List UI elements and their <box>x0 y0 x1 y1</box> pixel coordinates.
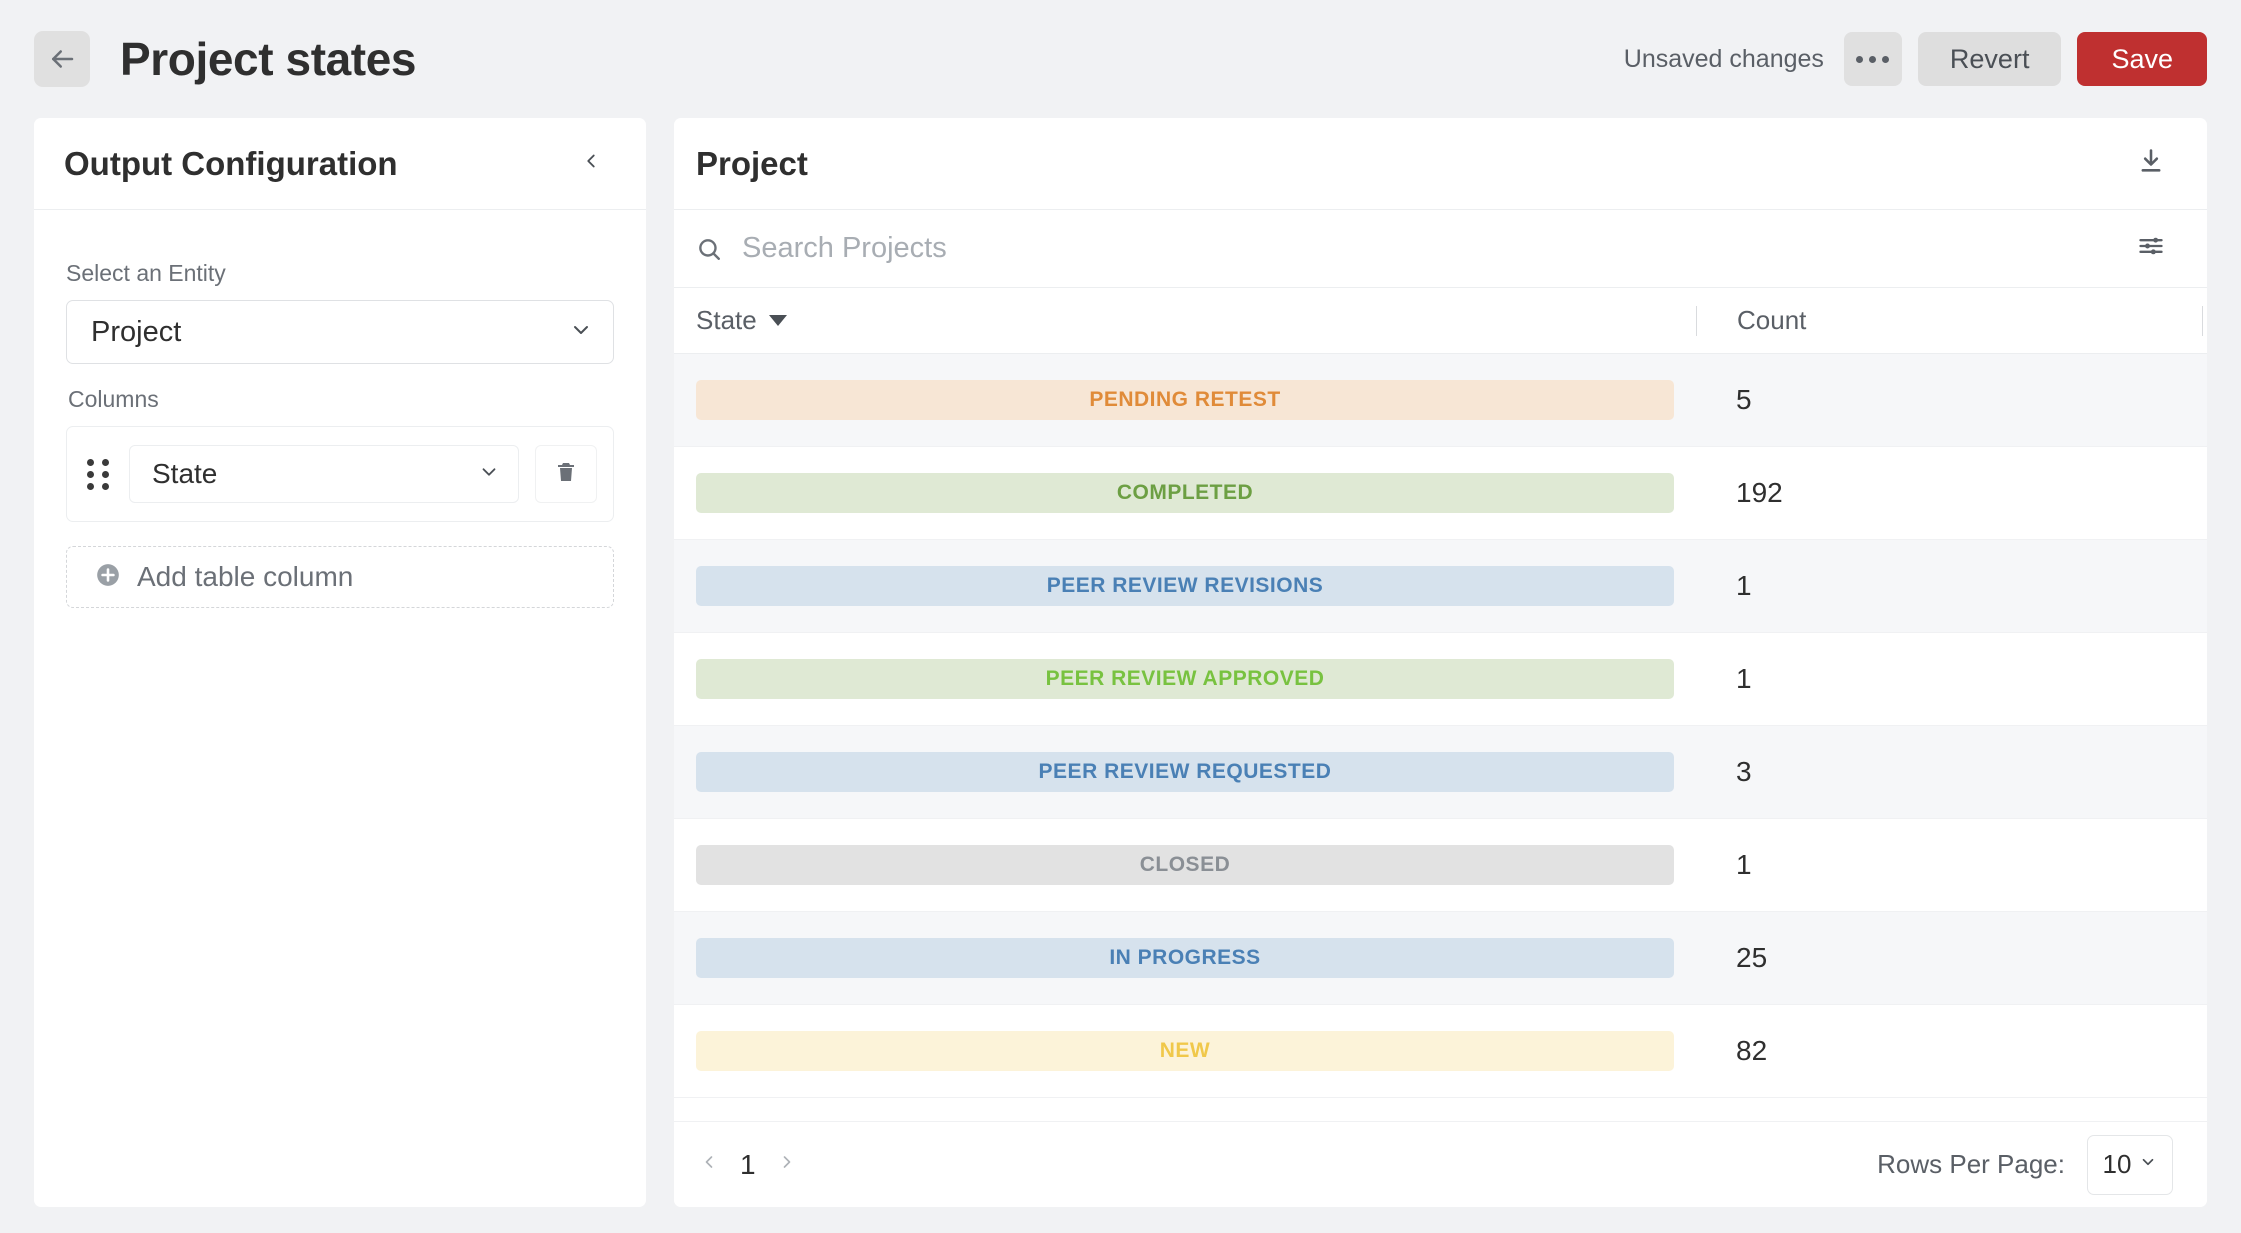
table-header-row: State Count <box>674 288 2207 354</box>
sort-descending-triangle-icon <box>768 315 787 326</box>
column-header-state[interactable]: State <box>674 305 1696 336</box>
cell-count: 5 <box>1736 384 1752 415</box>
cell-state: PEER REVIEW REVISIONS <box>674 566 1696 606</box>
search-icon <box>696 236 722 262</box>
drag-handle-icon[interactable] <box>83 458 113 490</box>
filter-button[interactable] <box>2129 227 2173 271</box>
cell-count: 1 <box>1736 570 1752 601</box>
chevron-down-icon <box>2139 1153 2157 1176</box>
back-button[interactable] <box>34 31 90 87</box>
output-configuration-header: Output Configuration <box>34 118 646 210</box>
cell-count: 1 <box>1736 849 1752 880</box>
cell-state: NEW <box>674 1031 1696 1071</box>
output-configuration-body: Select an Entity Project Columns State A… <box>34 210 646 608</box>
output-configuration-panel: Output Configuration Select an Entity Pr… <box>34 118 646 1207</box>
column-header-count[interactable]: Count <box>1697 305 2202 336</box>
table-row[interactable]: CLOSED 1 <box>674 819 2207 912</box>
table-body: PENDING RETEST 5 COMPLETED 192 PEER REVIEW R… <box>674 354 2207 1121</box>
cell-state: PEER REVIEW REQUESTED <box>674 752 1696 792</box>
revert-button[interactable]: Revert <box>1917 32 2062 86</box>
filter-sliders-icon <box>2137 232 2165 265</box>
rows-per-page-select[interactable]: 10 <box>2087 1134 2173 1195</box>
entity-select-value: Project <box>91 315 182 348</box>
status-badge: PEER REVIEW REVISIONS <box>696 566 1674 606</box>
pagination: 1 <box>696 1149 800 1181</box>
cell-count: 82 <box>1736 1035 1768 1066</box>
column-header-state-label: State <box>696 305 757 335</box>
table-row[interactable]: PEER REVIEW REVISIONS 1 <box>674 540 2207 633</box>
previous-page-button[interactable] <box>696 1149 722 1181</box>
cell-state: PEER REVIEW APPROVED <box>674 659 1696 699</box>
cell-state: CLOSED <box>674 845 1696 885</box>
entity-select[interactable]: Project <box>66 300 614 364</box>
cell-count: 3 <box>1736 756 1752 787</box>
search-input[interactable] <box>742 232 2109 265</box>
ellipsis-icon <box>1856 55 1890 63</box>
column-divider-end <box>2202 305 2203 336</box>
output-configuration-title: Output Configuration <box>64 144 398 182</box>
project-table-title: Project <box>696 144 808 182</box>
table-row[interactable]: PEER REVIEW APPROVED 1 <box>674 633 2207 726</box>
more-options-button[interactable] <box>1843 32 1902 86</box>
arrow-left-icon <box>47 44 77 74</box>
cell-count: 192 <box>1736 477 1783 508</box>
top-bar-actions: Unsaved changes Revert Save <box>1624 32 2207 86</box>
table-row[interactable]: PEER REVIEW REQUESTED 3 <box>674 726 2207 819</box>
status-badge: NEW <box>696 1031 1674 1071</box>
add-table-column-label: Add table column <box>137 561 354 592</box>
table-row[interactable]: NEW 82 <box>674 1005 2207 1098</box>
columns-label: Columns <box>68 386 159 412</box>
rows-per-page-value: 10 <box>2102 1149 2132 1179</box>
status-badge: COMPLETED <box>696 473 1674 513</box>
chevron-left-icon <box>580 150 602 177</box>
cell-state: COMPLETED <box>674 473 1696 513</box>
plus-circle-icon <box>95 562 121 593</box>
column-field-value: State <box>152 458 218 489</box>
status-badge: PEER REVIEW APPROVED <box>696 659 1674 699</box>
cell-state: IN PROGRESS <box>674 938 1696 978</box>
app-root: Project states Unsaved changes Revert Sa… <box>0 0 2241 1233</box>
next-page-button[interactable] <box>774 1149 800 1181</box>
table-row[interactable]: PENDING RETEST 5 <box>674 354 2207 447</box>
project-table-header: Project <box>674 118 2207 210</box>
save-button[interactable]: Save <box>2077 32 2207 86</box>
table-row[interactable]: COMPLETED 192 <box>674 447 2207 540</box>
search-row <box>674 210 2207 288</box>
rows-per-page-group: Rows Per Page: 10 <box>1877 1134 2173 1195</box>
cell-count: 1 <box>1736 663 1752 694</box>
chevron-left-icon <box>699 1152 719 1177</box>
entity-field-label: Select an Entity <box>66 260 226 286</box>
status-badge: PENDING RETEST <box>696 380 1674 420</box>
column-header-count-label: Count <box>1737 305 1807 335</box>
collapse-sidebar-button[interactable] <box>574 147 608 181</box>
cell-state: PENDING RETEST <box>674 380 1696 420</box>
status-badge: PEER REVIEW REQUESTED <box>696 752 1674 792</box>
cell-count: 25 <box>1736 942 1768 973</box>
delete-column-button[interactable] <box>535 445 597 503</box>
rows-per-page-label: Rows Per Page: <box>1877 1149 2065 1179</box>
trash-icon <box>554 460 578 489</box>
unsaved-changes-label: Unsaved changes <box>1623 44 1824 73</box>
add-table-column-button[interactable]: Add table column <box>66 546 614 608</box>
column-field-select[interactable]: State <box>129 445 519 503</box>
current-page-number[interactable]: 1 <box>740 1149 756 1181</box>
download-button[interactable] <box>2129 142 2173 186</box>
download-icon <box>2137 147 2165 180</box>
status-badge: IN PROGRESS <box>696 938 1674 978</box>
chevron-down-icon <box>478 461 500 488</box>
table-footer: 1 Rows Per Page: 10 <box>674 1121 2207 1207</box>
project-table-panel: Project Search Projects State Count PEND… <box>674 118 2207 1207</box>
body-area: Output Configuration Select an Entity Pr… <box>0 118 2241 1233</box>
status-badge: CLOSED <box>696 845 1674 885</box>
column-config-row: State <box>66 426 614 522</box>
top-bar: Project states Unsaved changes Revert Sa… <box>0 0 2241 118</box>
page-title: Project states <box>120 33 417 85</box>
table-row[interactable]: IN PROGRESS 25 <box>674 912 2207 1005</box>
chevron-right-icon <box>777 1152 797 1177</box>
chevron-down-icon <box>569 318 593 347</box>
